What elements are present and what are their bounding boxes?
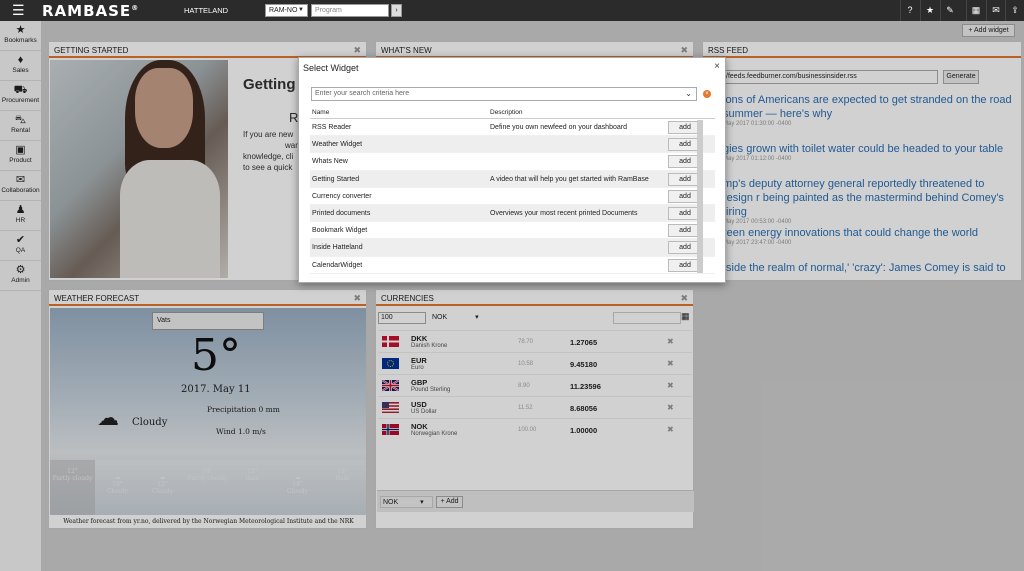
table-scrollbar[interactable] — [697, 120, 703, 273]
logout-button[interactable]: ⇪ — [1005, 0, 1024, 21]
widget-description: Define you own newfeed on your dashboard — [490, 124, 627, 131]
widget-name: CalendarWidget — [312, 261, 363, 269]
chevron-down-icon: ▼ — [298, 7, 304, 13]
widget-name: RSS Reader — [312, 124, 352, 131]
widget-name: Bookmark Widget — [312, 227, 368, 235]
widget-search-input[interactable]: Enter your search criteria here ⌄ — [311, 87, 697, 101]
table-row: Weather Widget add — [310, 136, 715, 154]
column-header-name[interactable]: Name — [312, 109, 329, 116]
table-header: Name Description — [310, 107, 715, 119]
help-button[interactable]: ? — [900, 0, 919, 21]
close-icon[interactable]: × — [714, 61, 720, 72]
rambase-logo[interactable]: RAMBASE® — [42, 2, 139, 20]
select-widget-dialog: Select Widget × Enter your search criter… — [298, 57, 726, 283]
widget-name: Currency converter — [312, 192, 372, 200]
widget-name: Whats New — [312, 158, 348, 166]
hamburger-menu-icon[interactable]: ☰ — [12, 3, 28, 17]
program-input[interactable]: Program — [311, 4, 389, 17]
instance-select[interactable]: RAM-NO ▼ — [265, 4, 308, 17]
mail-button[interactable]: ✉ — [986, 0, 1005, 21]
widget-name: Getting Started — [312, 175, 360, 183]
logo-text: RAMBASE — [42, 2, 132, 20]
table-row: Bookmark Widget add — [310, 222, 715, 240]
chevron-down-icon[interactable]: ⌄ — [685, 89, 692, 98]
table-row: CalendarWidget add — [310, 257, 715, 274]
top-bar: ☰ RAMBASE® HATTELAND RAM-NO ▼ Program › ?… — [0, 0, 1024, 21]
table-row: RSS Reader Define you own newfeed on your… — [310, 119, 715, 137]
widget-description: Overviews your most recent printed Docum… — [490, 209, 638, 217]
program-go-button[interactable]: › — [391, 4, 402, 17]
tag-button[interactable]: ✎ — [940, 0, 959, 21]
logo-mark: ® — [131, 4, 140, 12]
favorites-button[interactable]: ★ — [920, 0, 939, 21]
widget-name: Inside Hatteland — [312, 244, 363, 252]
widget-name: Printed documents — [312, 209, 371, 217]
table-row: Currency converter add — [310, 188, 715, 205]
column-header-description[interactable]: Description — [490, 109, 523, 116]
widget-name: Weather Widget — [312, 141, 363, 149]
clear-search-icon[interactable]: × — [703, 90, 711, 98]
table-row: Getting Started A video that will help yo… — [310, 170, 715, 188]
widget-description: A video that will help you get started w… — [490, 175, 649, 183]
calendar-button[interactable]: ▦ — [966, 0, 985, 21]
table-row: Inside Hatteland add — [310, 239, 715, 257]
search-placeholder: Enter your search criteria here — [315, 90, 410, 97]
company-name: HATTELAND — [184, 6, 229, 15]
instance-value: RAM-NO — [269, 7, 298, 14]
dialog-title: Select Widget — [303, 63, 359, 73]
table-row: Whats New add — [310, 153, 715, 171]
widget-table: Name Description RSS Reader Define you ow… — [310, 107, 715, 274]
table-row: Printed documents Overviews your most rec… — [310, 204, 715, 223]
